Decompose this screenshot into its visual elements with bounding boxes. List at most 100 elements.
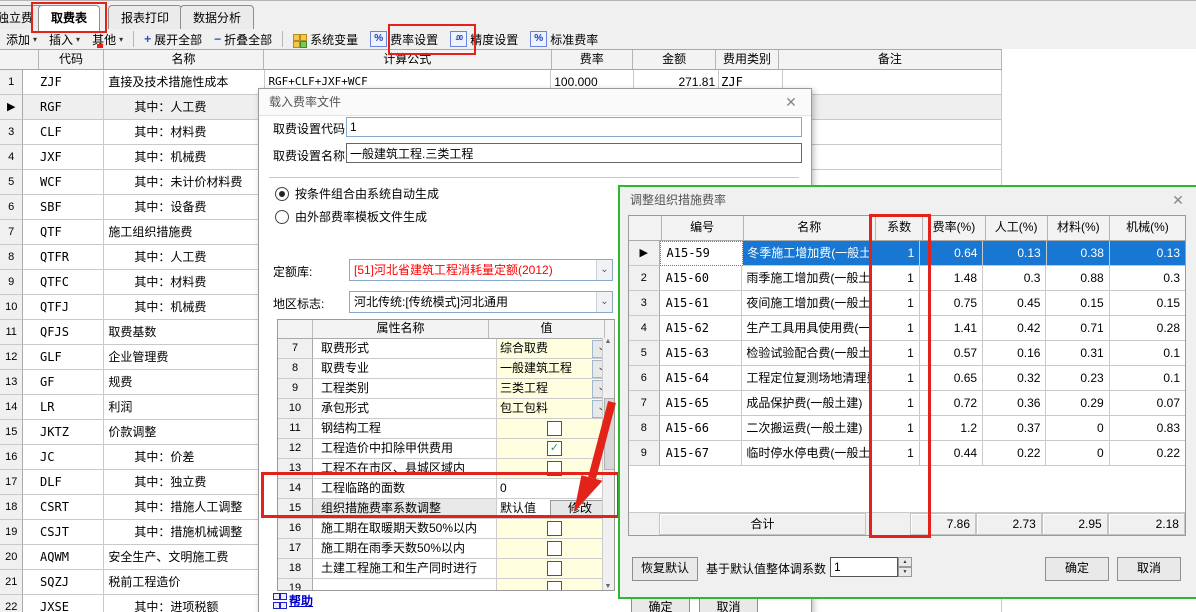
- measure-coefficient-cell[interactable]: 1: [870, 366, 919, 391]
- fee-code-cell: JKTZ: [38, 420, 104, 445]
- col-header-labor-pct: 人工(%): [986, 216, 1048, 240]
- property-value: [497, 579, 612, 591]
- factor-input[interactable]: [830, 557, 898, 577]
- fee-name-cell: 其中：人工费: [104, 245, 266, 270]
- dropdown-arrow-icon: ⌄: [596, 292, 612, 312]
- property-row-number: 15: [278, 499, 313, 519]
- property-row[interactable]: 16施工期在取暖期天数50%以内: [278, 519, 614, 539]
- property-value: [497, 559, 612, 579]
- spinner-up-icon[interactable]: ▲: [898, 557, 912, 567]
- property-name: 工程类别: [313, 379, 497, 399]
- tab-data-analysis[interactable]: 数据分析: [180, 5, 254, 30]
- fee-name-cell: 其中：材料费: [104, 270, 266, 295]
- measure-coefficient-cell[interactable]: 1: [870, 291, 919, 316]
- tree-gutter: [23, 495, 38, 520]
- restore-default-button[interactable]: 恢复默认: [632, 557, 698, 581]
- standard-rates-button[interactable]: %标准费率: [524, 29, 604, 49]
- property-value: 综合取费⌄: [497, 339, 612, 359]
- checkbox[interactable]: [547, 461, 562, 476]
- checkbox[interactable]: [547, 561, 562, 576]
- measure-coefficient-cell[interactable]: 1: [870, 266, 919, 291]
- minus-icon: −: [214, 32, 221, 46]
- table-row[interactable]: 6A15-64工程定位复测场地清理费(一般土建)10.650.320.230.1: [629, 366, 1185, 391]
- scroll-up-icon[interactable]: ▲: [603, 338, 613, 345]
- property-row[interactable]: 14工程临路的面数0: [278, 479, 614, 499]
- checkbox[interactable]: [547, 421, 562, 436]
- property-grid-scrollbar[interactable]: ▲ ▼: [602, 338, 614, 590]
- property-row-number: 17: [278, 539, 313, 559]
- property-row[interactable]: 17施工期在雨季天数50%以内: [278, 539, 614, 559]
- property-row[interactable]: 12工程造价中扣除甲供费用✓: [278, 439, 614, 459]
- precision-settings-button[interactable]: .00精度设置: [444, 29, 524, 49]
- property-row[interactable]: 10承包形式包工包料⌄: [278, 399, 614, 419]
- property-row[interactable]: 8取费专业一般建筑工程⌄: [278, 359, 614, 379]
- factor-spinner[interactable]: ▲ ▼: [898, 557, 912, 577]
- property-row[interactable]: 18土建工程施工和生产同时进行: [278, 559, 614, 579]
- modify-button[interactable]: 修改: [550, 500, 610, 518]
- region-flag-select[interactable]: 河北传统:[传统模式]河北通用 ⌄: [349, 291, 613, 313]
- checkbox[interactable]: ✓: [547, 441, 562, 456]
- checkbox[interactable]: [547, 541, 562, 556]
- fee-name-input[interactable]: [346, 143, 802, 163]
- fee-code-cell: CLF: [38, 120, 104, 145]
- checkbox[interactable]: [547, 521, 562, 536]
- scroll-down-icon[interactable]: ▼: [603, 583, 613, 590]
- property-value: 包工包料⌄: [497, 399, 612, 419]
- col-header-coefficient: 系数: [876, 216, 923, 240]
- property-row-number: 19: [278, 579, 313, 591]
- tree-gutter: [23, 170, 38, 195]
- close-icon[interactable]: ✕: [781, 89, 801, 115]
- property-row[interactable]: 13工程不在市区、县城区域内: [278, 459, 614, 479]
- table-row[interactable]: 7A15-65成品保护费(一般土建)10.720.360.290.07: [629, 391, 1185, 416]
- radio-external-template[interactable]: 由外部费率模板文件生成: [275, 208, 427, 225]
- row-number: 2: [629, 266, 660, 291]
- measure-coefficient-cell[interactable]: 1: [870, 316, 919, 341]
- ok-button[interactable]: 确定: [1045, 557, 1109, 581]
- value-text: 0: [497, 479, 612, 498]
- scrollbar-thumb[interactable]: [604, 398, 615, 470]
- table-row[interactable]: 9A15-67临时停水停电费(一般土建)10.440.2200.22: [629, 441, 1185, 466]
- cancel-button[interactable]: 取消: [1117, 557, 1181, 581]
- property-row[interactable]: 11钢结构工程: [278, 419, 614, 439]
- measure-coefficient-cell[interactable]: 1: [870, 416, 919, 441]
- radio-auto-generate[interactable]: 按条件组合由系统自动生成: [275, 185, 439, 202]
- table-row[interactable]: 2A15-60雨季施工增加费(一般土建)11.480.30.880.3: [629, 266, 1185, 291]
- tab-fee-table[interactable]: 取费表: [38, 5, 100, 31]
- property-row[interactable]: 19: [278, 579, 614, 591]
- table-row[interactable]: 5A15-63检验试验配合费(一般土建)10.570.160.310.1: [629, 341, 1185, 366]
- fee-code-input[interactable]: [346, 117, 802, 137]
- quota-library-select[interactable]: [51]河北省建筑工程消耗量定额(2012) ⌄: [349, 259, 613, 281]
- property-row[interactable]: 7取费形式综合取费⌄: [278, 339, 614, 359]
- checkbox[interactable]: [547, 581, 562, 591]
- system-variables-button[interactable]: 系统变量: [287, 29, 364, 49]
- insert-menu-button[interactable]: 插入▾: [43, 29, 86, 49]
- table-row[interactable]: 4A15-62生产工具用具使用费(一般土建)11.410.420.710.28: [629, 316, 1185, 341]
- other-menu-button[interactable]: 其他▾: [86, 29, 129, 49]
- close-icon[interactable]: ✕: [1168, 187, 1188, 213]
- dialog-title: 调整组织措施费率: [630, 193, 726, 207]
- row-number: 16: [0, 445, 23, 470]
- tab-report-print[interactable]: 报表打印: [108, 5, 182, 30]
- expand-all-button[interactable]: +展开全部: [138, 29, 208, 49]
- table-row[interactable]: 3A15-61夜间施工增加费(一般土建)10.750.450.150.15: [629, 291, 1185, 316]
- row-marker-icon: ▶: [0, 95, 23, 120]
- main-toolbar: 添加▾ 插入▾ 其他▾ +展开全部 −折叠全部 系统变量 %费率设置 .00精度…: [0, 29, 1196, 49]
- fee-code-cell: QTFJ: [38, 295, 104, 320]
- measure-coefficient-cell[interactable]: 1: [870, 441, 919, 466]
- measure-coefficient-cell[interactable]: 1: [870, 391, 919, 416]
- spinner-down-icon[interactable]: ▼: [898, 567, 912, 577]
- collapse-all-button[interactable]: −折叠全部: [208, 29, 278, 49]
- measure-coefficient-cell[interactable]: 1: [871, 241, 920, 266]
- table-row[interactable]: 8A15-66二次搬运费(一般土建)11.20.3700.83: [629, 416, 1185, 441]
- property-row[interactable]: 15组织措施费率系数调整默认值修改: [278, 499, 614, 519]
- measure-coefficient-cell[interactable]: 1: [870, 341, 919, 366]
- property-row[interactable]: 9工程类别三类工程⌄: [278, 379, 614, 399]
- fee-name-cell: 其中：设备费: [104, 195, 266, 220]
- add-menu-button[interactable]: 添加▾: [0, 29, 43, 49]
- radio-selected-icon: [275, 187, 289, 201]
- help-link[interactable]: 帮助: [273, 592, 313, 609]
- table-row[interactable]: ▶A15-59冬季施工增加费(一般土建)10.640.130.380.13: [629, 241, 1185, 266]
- region-flag-label: 地区标志:: [273, 295, 324, 312]
- rate-settings-button[interactable]: %费率设置: [364, 29, 444, 49]
- fee-name-cell: 其中：措施人工调整: [104, 495, 266, 520]
